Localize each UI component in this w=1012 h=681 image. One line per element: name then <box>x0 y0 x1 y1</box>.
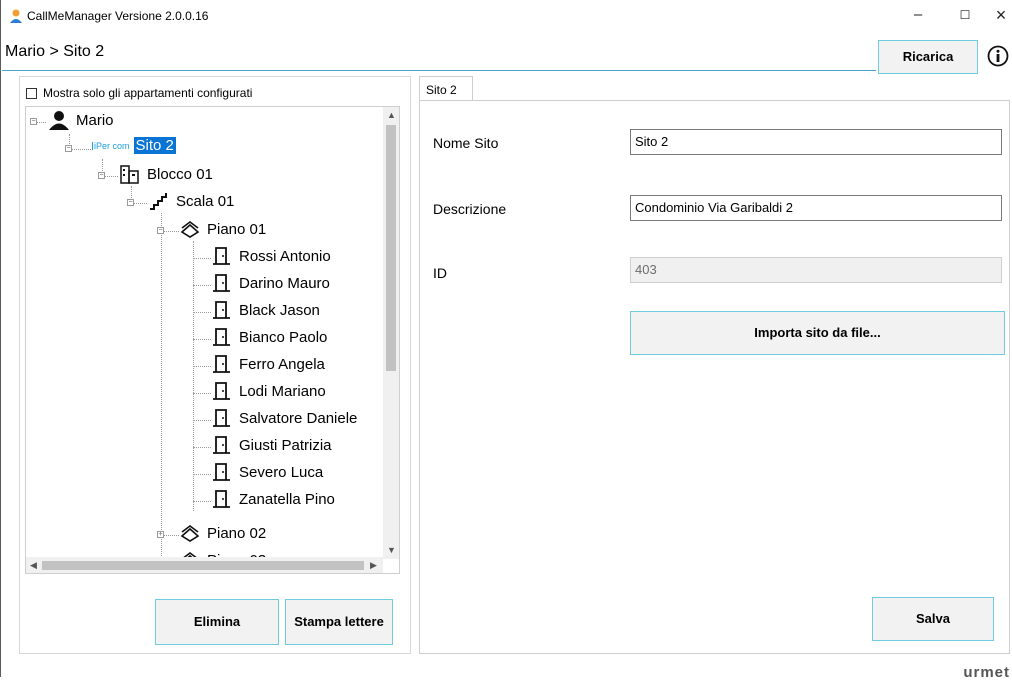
building-icon <box>120 165 139 184</box>
door-icon <box>213 436 230 454</box>
door-icon <box>213 409 230 427</box>
tree-node-apartment[interactable]: Lodi Mariano <box>211 381 328 401</box>
tree-vertical-scroll-thumb[interactable] <box>386 125 396 371</box>
description-label: Descrizione <box>433 201 507 217</box>
tree-node-site[interactable]: iPer com Sito 2 <box>92 137 176 154</box>
tree-label-apartment: Bianco Paolo <box>239 328 328 346</box>
scroll-up-icon[interactable]: ▲ <box>387 110 396 120</box>
delete-button[interactable]: Elimina <box>155 599 279 645</box>
tree-horizontal-scroll-thumb[interactable] <box>42 561 364 570</box>
tree-label-floor2: Piano 02 <box>207 524 267 542</box>
close-button[interactable]: × <box>981 4 1012 26</box>
header: Mario > Sito 2 <box>2 38 1012 72</box>
tree-label-floor1: Piano 01 <box>207 220 267 238</box>
left-panel: Mostra solo gli appartamenti configurati <box>19 76 411 654</box>
id-label: ID <box>433 265 447 281</box>
tab-content: Nome Sito Sito 2 Descrizione Condominio … <box>419 100 1010 654</box>
maximize-button[interactable]: ☐ <box>945 4 985 26</box>
tree-node-apartment[interactable]: Black Jason <box>211 300 322 320</box>
tree-label-stair: Scala 01 <box>176 192 235 210</box>
configured-only-checkbox-row[interactable]: Mostra solo gli appartamenti configurati <box>26 86 252 100</box>
app-window: CallMeManager Versione 2.0.0.16 – ☐ × Ma… <box>0 0 1012 681</box>
stairs-icon <box>150 193 167 210</box>
tree-label-apartment: Severo Luca <box>239 463 324 481</box>
tree-label-apartment: Black Jason <box>239 301 320 319</box>
tree-node-apartment[interactable]: Salvatore Daniele <box>211 408 359 428</box>
tree-label-apartment: Zanatella Pino <box>239 490 335 508</box>
door-icon <box>213 463 230 481</box>
door-icon <box>213 355 230 373</box>
scroll-left-icon[interactable]: ◀ <box>30 560 37 571</box>
tree-node-apartment[interactable]: Rossi Antonio <box>211 246 333 266</box>
door-icon <box>213 490 230 508</box>
ipercom-logo-icon: iPer com <box>92 140 130 151</box>
door-icon <box>213 247 230 265</box>
tree-label-user: Mario <box>76 111 114 129</box>
tree-node-block[interactable]: Blocco 01 <box>119 164 215 184</box>
description-input[interactable]: Condominio Via Garibaldi 2 <box>630 195 1002 221</box>
app-icon <box>10 9 22 23</box>
reload-button[interactable]: Ricarica <box>878 40 978 74</box>
site-tree[interactable]: − − − − − + + Mario iPer com Sito 2 Bloc… <box>25 106 400 574</box>
title-bar: CallMeManager Versione 2.0.0.16 – ☐ × <box>1 0 1012 30</box>
tree-node-floor2[interactable]: Piano 02 <box>179 523 268 543</box>
door-icon <box>213 301 230 319</box>
expander-mario[interactable]: − <box>30 118 37 125</box>
tree-node-apartment[interactable]: Bianco Paolo <box>211 327 329 347</box>
minimize-button[interactable]: – <box>898 4 938 26</box>
tree-node-apartment[interactable]: Darino Mauro <box>211 273 332 293</box>
right-panel: Nome Sito Sito 2 Descrizione Condominio … <box>419 76 1010 654</box>
site-name-input[interactable]: Sito 2 <box>630 129 1002 155</box>
expander-stair[interactable]: − <box>127 199 134 206</box>
tree-label-block: Blocco 01 <box>147 165 213 183</box>
tree-node-apartment[interactable]: Giusti Patrizia <box>211 435 334 455</box>
breadcrumb-underline <box>2 70 876 71</box>
door-icon <box>213 382 230 400</box>
expander-floor2[interactable]: + <box>157 531 164 538</box>
scroll-right-icon[interactable]: ▶ <box>370 560 377 571</box>
import-site-button[interactable]: Importa sito da file... <box>630 311 1005 355</box>
breadcrumb: Mario > Sito 2 <box>5 43 105 60</box>
floor-icon <box>180 221 200 238</box>
tree-node-apartment[interactable]: Ferro Angela <box>211 354 327 374</box>
expander-block[interactable]: − <box>98 172 105 179</box>
expander-floor1[interactable]: − <box>157 227 164 234</box>
tree-horizontal-scrollbar[interactable]: ◀ ▶ <box>26 557 383 573</box>
tree-label-apartment: Darino Mauro <box>239 274 330 292</box>
configured-only-checkbox[interactable] <box>26 87 37 99</box>
tab-site[interactable]: Sito 2 <box>419 76 473 100</box>
user-icon <box>49 111 69 130</box>
door-icon <box>213 274 230 292</box>
tree-label-apartment: Lodi Mariano <box>239 382 326 400</box>
tree-label-site: Sito 2 <box>133 137 176 154</box>
tree-label-apartment: Salvatore Daniele <box>239 409 358 427</box>
info-icon[interactable] <box>987 45 1009 67</box>
site-name-label: Nome Sito <box>433 135 499 151</box>
save-button[interactable]: Salva <box>872 597 994 641</box>
id-input: 403 <box>630 257 1002 283</box>
tree-node-stair[interactable]: Scala 01 <box>148 191 236 211</box>
tree-node-floor1[interactable]: Piano 01 <box>179 219 268 239</box>
tree-node-user[interactable]: Mario <box>48 110 116 130</box>
tree-vertical-scrollbar[interactable]: ▲ ▼ <box>383 107 399 559</box>
configured-only-label: Mostra solo gli appartamenti configurati <box>43 86 253 100</box>
floor-icon <box>180 525 200 542</box>
expander-site[interactable]: − <box>65 145 72 152</box>
urmet-logo: urmet <box>963 664 1010 681</box>
window-title: CallMeManager Versione 2.0.0.16 <box>27 9 209 23</box>
tree-label-apartment: Giusti Patrizia <box>239 436 332 454</box>
tree-node-apartment[interactable]: Severo Luca <box>211 462 325 482</box>
door-icon <box>213 328 230 346</box>
print-letters-button[interactable]: Stampa lettere <box>285 599 393 645</box>
scroll-down-icon[interactable]: ▼ <box>387 545 396 555</box>
tree-node-apartment[interactable]: Zanatella Pino <box>211 489 337 509</box>
tree-label-apartment: Rossi Antonio <box>239 247 331 265</box>
tree-label-apartment: Ferro Angela <box>239 355 325 373</box>
